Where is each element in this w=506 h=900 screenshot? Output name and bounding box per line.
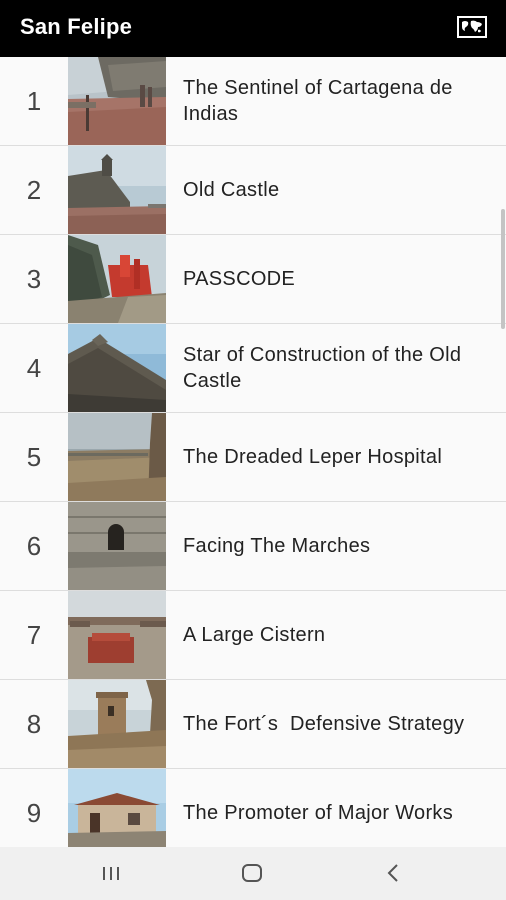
list-item[interactable]: 2 Old Castle [0,146,506,235]
world-map-icon [457,16,487,38]
item-thumbnail [68,591,166,679]
app-title: San Felipe [20,14,133,39]
item-title: The Sentinel of Cartagena de Indias [183,77,459,125]
item-number: 1 [26,85,42,116]
item-title: Old Castle [183,179,280,201]
list-item[interactable]: 1 The Sentinel of Cartagena de Indias [0,57,506,146]
item-thumbnail [68,413,166,501]
list-item[interactable]: 4 Star of Construction of the Old Castle [0,324,506,413]
list-item[interactable]: 8 The Fort´s Defensive Strategy [0,680,506,769]
item-title: Star of Construction of the Old Castle [183,344,468,392]
system-nav-bar [0,847,506,900]
list-item[interactable]: 6 Facing The Marches [0,502,506,591]
list-item[interactable]: 5 The Dreaded Leper Hospital [0,413,506,502]
back-button[interactable] [373,857,413,889]
item-number: 3 [26,263,42,294]
scrollbar[interactable] [501,209,505,329]
item-thumbnail [68,769,166,847]
home-icon [242,864,262,882]
home-button[interactable] [232,857,272,889]
item-thumbnail [68,235,166,323]
item-number: 2 [26,174,42,205]
recents-button[interactable] [91,857,131,889]
tour-list[interactable]: 1 The Sentinel of Cartagena de Indias 2 [0,57,506,847]
item-title: PASSCODE [183,268,296,290]
item-number: 6 [26,530,42,561]
list-item[interactable]: 3 PASSCODE [0,235,506,324]
item-title: A Large Cistern [183,624,326,646]
list-item[interactable]: 9 The Promoter of Major Works [0,769,506,847]
item-title: The Promoter of Major Works [183,802,454,824]
item-thumbnail [68,502,166,590]
item-title: The Dreaded Leper Hospital [183,446,443,468]
item-title: The Fort´s Defensive Strategy [183,713,465,735]
back-icon [387,864,398,882]
item-number: 7 [26,619,42,650]
recents-icon [103,867,119,880]
item-number: 4 [26,352,42,383]
item-number: 9 [26,797,42,828]
item-title: Facing The Marches [183,535,371,557]
list-item[interactable]: 7 A Large Cistern [0,591,506,680]
item-thumbnail [68,57,166,145]
app-bar: San Felipe [0,0,506,57]
item-number: 8 [26,708,42,739]
item-thumbnail [68,680,166,768]
map-button[interactable] [454,12,490,42]
item-thumbnail [68,146,166,234]
item-thumbnail [68,324,166,412]
item-number: 5 [26,441,42,472]
